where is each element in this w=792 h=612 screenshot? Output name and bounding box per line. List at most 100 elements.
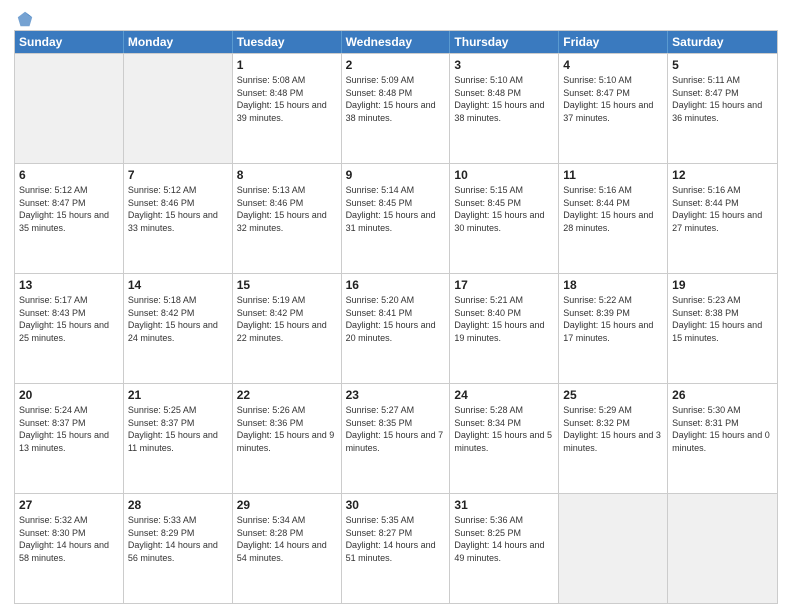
day-info: Sunrise: 5:27 AMSunset: 8:35 PMDaylight:… [346, 404, 446, 454]
sunrise: Sunrise: 5:16 AM [563, 185, 632, 195]
page: SundayMondayTuesdayWednesdayThursdayFrid… [0, 0, 792, 612]
day-number: 20 [19, 387, 119, 403]
day-info: Sunrise: 5:32 AMSunset: 8:30 PMDaylight:… [19, 514, 119, 564]
day-number: 10 [454, 167, 554, 183]
day-info: Sunrise: 5:13 AMSunset: 8:46 PMDaylight:… [237, 184, 337, 234]
calendar-cell [559, 494, 668, 603]
sunrise: Sunrise: 5:36 AM [454, 515, 523, 525]
calendar-cell: 8Sunrise: 5:13 AMSunset: 8:46 PMDaylight… [233, 164, 342, 273]
sunrise: Sunrise: 5:09 AM [346, 75, 415, 85]
day-number: 18 [563, 277, 663, 293]
day-number: 25 [563, 387, 663, 403]
day-number: 11 [563, 167, 663, 183]
calendar-row: 13Sunrise: 5:17 AMSunset: 8:43 PMDayligh… [15, 273, 777, 383]
day-info: Sunrise: 5:24 AMSunset: 8:37 PMDaylight:… [19, 404, 119, 454]
sunset: Sunset: 8:46 PM [128, 198, 195, 208]
day-number: 1 [237, 57, 337, 73]
daylight: Daylight: 15 hours and 17 minutes. [563, 320, 653, 343]
daylight: Daylight: 15 hours and 22 minutes. [237, 320, 327, 343]
sunset: Sunset: 8:47 PM [19, 198, 86, 208]
day-info: Sunrise: 5:36 AM Sunset: 8:25 PM Daylight:… [454, 514, 554, 564]
sunrise: Sunrise: 5:10 AM [454, 75, 523, 85]
calendar-cell: 28Sunrise: 5:33 AMSunset: 8:29 PMDayligh… [124, 494, 233, 603]
calendar-cell: 29Sunrise: 5:34 AMSunset: 8:28 PMDayligh… [233, 494, 342, 603]
calendar-cell: 17Sunrise: 5:21 AMSunset: 8:40 PMDayligh… [450, 274, 559, 383]
day-number: 29 [237, 497, 337, 513]
calendar-cell: 25Sunrise: 5:29 AMSunset: 8:32 PMDayligh… [559, 384, 668, 493]
daylight: Daylight: 15 hours and 32 minutes. [237, 210, 327, 233]
calendar-header-day: Friday [559, 31, 668, 53]
calendar-cell: 5Sunrise: 5:11 AMSunset: 8:47 PMDaylight… [668, 54, 777, 163]
sunrise: Sunrise: 5:22 AM [563, 295, 632, 305]
calendar-cell: 6Sunrise: 5:12 AMSunset: 8:47 PMDaylight… [15, 164, 124, 273]
calendar-cell: 20Sunrise: 5:24 AMSunset: 8:37 PMDayligh… [15, 384, 124, 493]
calendar-cell: 12Sunrise: 5:16 AMSunset: 8:44 PMDayligh… [668, 164, 777, 273]
sunset: Sunset: 8:39 PM [563, 308, 630, 318]
daylight: Daylight: 15 hours and 15 minutes. [672, 320, 762, 343]
daylight: Daylight: 15 hours and 5 minutes. [454, 430, 552, 453]
daylight: Daylight: 15 hours and 33 minutes. [128, 210, 218, 233]
sunset: Sunset: 8:35 PM [346, 418, 413, 428]
sunrise: Sunrise: 5:21 AM [454, 295, 523, 305]
calendar-header-day: Thursday [450, 31, 559, 53]
day-number: 2 [346, 57, 446, 73]
day-info: Sunrise: 5:12 AMSunset: 8:47 PMDaylight:… [19, 184, 119, 234]
day-number: 7 [128, 167, 228, 183]
day-info: Sunrise: 5:16 AMSunset: 8:44 PMDaylight:… [672, 184, 773, 234]
daylight: Daylight: 15 hours and 0 minutes. [672, 430, 770, 453]
day-number: 3 [454, 57, 554, 73]
day-info: Sunrise: 5:18 AMSunset: 8:42 PMDaylight:… [128, 294, 228, 344]
daylight: Daylight: 15 hours and 38 minutes. [454, 100, 544, 123]
day-info: Sunrise: 5:25 AMSunset: 8:37 PMDaylight:… [128, 404, 228, 454]
daylight: Daylight: 15 hours and 27 minutes. [672, 210, 762, 233]
sunset: Sunset: 8:25 PM [454, 528, 521, 538]
calendar-row: 1Sunrise: 5:08 AMSunset: 8:48 PMDaylight… [15, 53, 777, 163]
day-info: Sunrise: 5:30 AMSunset: 8:31 PMDaylight:… [672, 404, 773, 454]
sunset: Sunset: 8:27 PM [346, 528, 413, 538]
logo [14, 10, 34, 24]
sunset: Sunset: 8:31 PM [672, 418, 739, 428]
daylight: Daylight: 14 hours and 58 minutes. [19, 540, 109, 563]
sunrise: Sunrise: 5:25 AM [128, 405, 197, 415]
calendar-cell: 3Sunrise: 5:10 AMSunset: 8:48 PMDaylight… [450, 54, 559, 163]
calendar-cell: 21Sunrise: 5:25 AMSunset: 8:37 PMDayligh… [124, 384, 233, 493]
calendar-cell: 1Sunrise: 5:08 AMSunset: 8:48 PMDaylight… [233, 54, 342, 163]
sunset: Sunset: 8:37 PM [128, 418, 195, 428]
day-number: 30 [346, 497, 446, 513]
header [14, 10, 778, 24]
calendar-cell: 16Sunrise: 5:20 AMSunset: 8:41 PMDayligh… [342, 274, 451, 383]
sunset: Sunset: 8:30 PM [19, 528, 86, 538]
daylight: Daylight: 15 hours and 3 minutes. [563, 430, 661, 453]
day-info: Sunrise: 5:34 AMSunset: 8:28 PMDaylight:… [237, 514, 337, 564]
day-number: 14 [128, 277, 228, 293]
calendar-cell: 2Sunrise: 5:09 AMSunset: 8:48 PMDaylight… [342, 54, 451, 163]
day-number: 15 [237, 277, 337, 293]
day-info: Sunrise: 5:26 AMSunset: 8:36 PMDaylight:… [237, 404, 337, 454]
day-number: 13 [19, 277, 119, 293]
sunset: Sunset: 8:28 PM [237, 528, 304, 538]
day-info: Sunrise: 5:14 AMSunset: 8:45 PMDaylight:… [346, 184, 446, 234]
sunset: Sunset: 8:41 PM [346, 308, 413, 318]
sunset: Sunset: 8:34 PM [454, 418, 521, 428]
calendar-cell: 24Sunrise: 5:28 AMSunset: 8:34 PMDayligh… [450, 384, 559, 493]
daylight: Daylight: 15 hours and 28 minutes. [563, 210, 653, 233]
sunset: Sunset: 8:36 PM [237, 418, 304, 428]
sunset: Sunset: 8:45 PM [346, 198, 413, 208]
day-info: Sunrise: 5:33 AMSunset: 8:29 PMDaylight:… [128, 514, 228, 564]
daylight: Daylight: 14 hours and 49 minutes. [454, 540, 544, 563]
day-number: 21 [128, 387, 228, 403]
daylight: Daylight: 14 hours and 54 minutes. [237, 540, 327, 563]
calendar-cell [124, 54, 233, 163]
daylight: Daylight: 14 hours and 56 minutes. [128, 540, 218, 563]
daylight: Daylight: 15 hours and 24 minutes. [128, 320, 218, 343]
day-info: Sunrise: 5:23 AMSunset: 8:38 PMDaylight:… [672, 294, 773, 344]
daylight: Daylight: 15 hours and 37 minutes. [563, 100, 653, 123]
sunrise: Sunrise: 5:28 AM [454, 405, 523, 415]
calendar-cell: 15Sunrise: 5:19 AMSunset: 8:42 PMDayligh… [233, 274, 342, 383]
sunrise: Sunrise: 5:17 AM [19, 295, 88, 305]
sunset: Sunset: 8:40 PM [454, 308, 521, 318]
sunset: Sunset: 8:42 PM [237, 308, 304, 318]
calendar-cell [668, 494, 777, 603]
calendar-cell: 14Sunrise: 5:18 AMSunset: 8:42 PMDayligh… [124, 274, 233, 383]
day-number: 26 [672, 387, 773, 403]
